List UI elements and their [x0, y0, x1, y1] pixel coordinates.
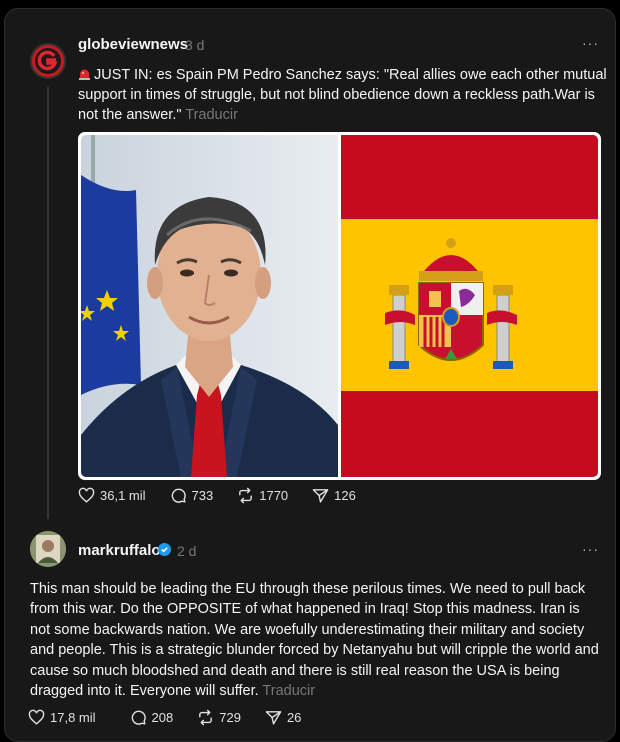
post2-body: This man should be leading the EU throug… — [30, 581, 599, 700]
post1-like-count: 36,1 mil — [100, 487, 146, 503]
post1-share-count: 126 — [334, 487, 356, 503]
post2-share-button[interactable]: 26 — [265, 709, 301, 726]
repost-icon — [199, 709, 213, 725]
post1-more-button[interactable]: ··· — [582, 35, 599, 51]
heart-icon — [78, 487, 95, 503]
post2-reply-count: 208 — [151, 709, 174, 725]
post2-like-button[interactable]: 17,8 mil — [28, 709, 96, 726]
post1-reply-button[interactable]: 733 — [170, 487, 214, 504]
post2-translate-link[interactable]: Traducir — [262, 683, 315, 699]
thread-card: globeviewnews 3 d ··· JUST IN: es Spain … — [4, 8, 616, 742]
post1-text: JUST IN: es Spain PM Pedro Sanchez says:… — [78, 65, 608, 125]
post2-repost-button[interactable]: 729 — [197, 709, 241, 726]
thread-connector-line — [47, 87, 49, 519]
post1-username[interactable]: globeviewnews — [78, 36, 188, 53]
post2-timestamp[interactable]: 2 d — [177, 543, 196, 559]
post2-actions: 17,8 mil 208 729 26 — [28, 706, 325, 728]
globeviewnews-logo-icon — [35, 48, 61, 74]
post2-share-count: 26 — [286, 709, 302, 725]
heart-icon — [28, 709, 45, 725]
avatar-markruffalo[interactable] — [30, 531, 66, 567]
post2-more-button[interactable]: ··· — [582, 541, 599, 557]
markruffalo-avatar-icon — [30, 531, 66, 567]
post1-body: JUST IN: es Spain PM Pedro Sanchez says:… — [78, 67, 607, 123]
post2-repost-count: 729 — [219, 709, 241, 725]
post1-repost-count: 1770 — [259, 487, 289, 503]
pedro-sanchez-portrait — [81, 135, 338, 477]
post2-reply-button[interactable]: 208 — [130, 709, 174, 726]
post2-username[interactable]: markruffalo — [78, 542, 161, 559]
post2-text: This man should be leading the EU throug… — [30, 579, 600, 701]
siren-icon — [78, 66, 91, 80]
post1-timestamp[interactable]: 3 d — [185, 37, 204, 53]
avatar-globeviewnews[interactable] — [30, 43, 66, 79]
post1-actions: 36,1 mil 733 1770 126 — [78, 484, 380, 506]
comment-icon — [131, 710, 146, 725]
verified-badge-icon — [158, 543, 171, 556]
post1-reply-count: 733 — [191, 487, 214, 503]
post1-like-button[interactable]: 36,1 mil — [78, 487, 146, 504]
post1-share-button[interactable]: 126 — [312, 487, 356, 504]
post1-repost-button[interactable]: 1770 — [237, 487, 288, 504]
send-icon — [265, 710, 282, 725]
post2-like-count: 17,8 mil — [50, 709, 96, 725]
comment-icon — [171, 488, 186, 503]
post1-image[interactable] — [78, 132, 601, 480]
spain-flag-image — [341, 135, 598, 477]
repost-icon — [239, 487, 253, 503]
post1-translate-link[interactable]: Traducir — [185, 107, 238, 123]
send-icon — [312, 488, 329, 503]
